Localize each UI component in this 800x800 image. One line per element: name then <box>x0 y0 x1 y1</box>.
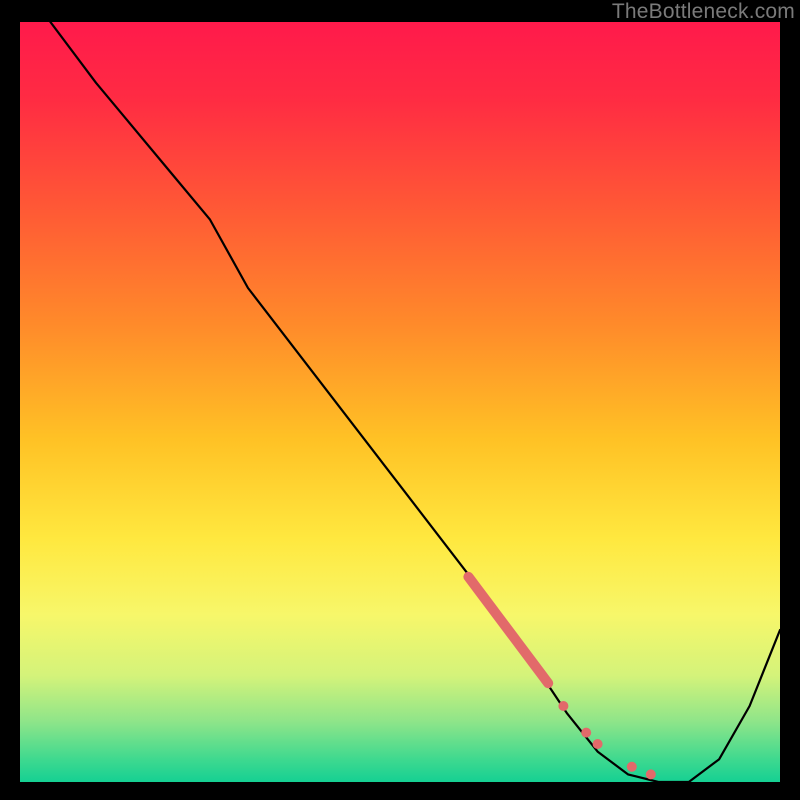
highlight-dot <box>593 739 603 749</box>
highlight-dot <box>581 728 591 738</box>
bottleneck-chart <box>20 22 780 782</box>
highlight-dot <box>558 701 568 711</box>
highlight-dot <box>627 762 637 772</box>
highlight-dot <box>646 769 656 779</box>
gradient-bg <box>20 22 780 782</box>
chart-frame <box>20 22 780 782</box>
watermark-text: TheBottleneck.com <box>612 0 795 24</box>
